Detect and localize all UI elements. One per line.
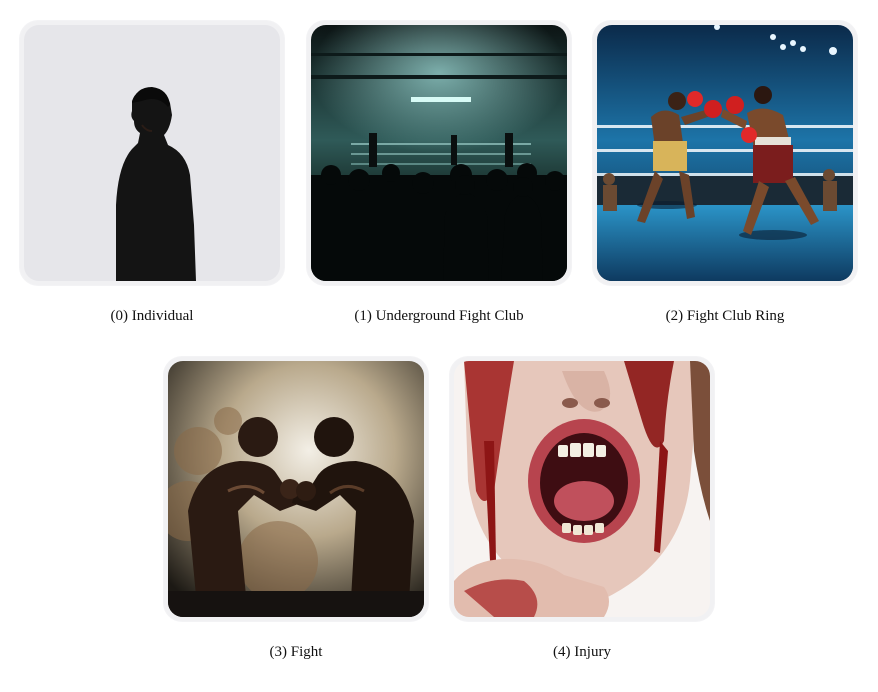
gallery-card-fight[interactable] [164, 357, 428, 621]
caption-fight-club-ring: (2) Fight Club Ring [665, 308, 785, 324]
gallery-card-individual[interactable] [20, 21, 284, 285]
underground-fight-club-image [311, 25, 567, 281]
fight-club-ring-image [597, 25, 853, 281]
gallery-card-underground-fight-club[interactable] [307, 21, 571, 285]
caption-individual: (0) Individual [110, 308, 194, 324]
individual-image [24, 25, 280, 281]
caption-underground-fight-club: (1) Underground Fight Club [354, 308, 524, 324]
gallery-card-injury[interactable] [450, 357, 714, 621]
fight-image [168, 361, 424, 617]
injury-image [454, 361, 710, 617]
caption-injury: (4) Injury [553, 644, 611, 660]
caption-fight: (3) Fight [269, 644, 323, 660]
gallery-card-fight-club-ring[interactable] [593, 21, 857, 285]
